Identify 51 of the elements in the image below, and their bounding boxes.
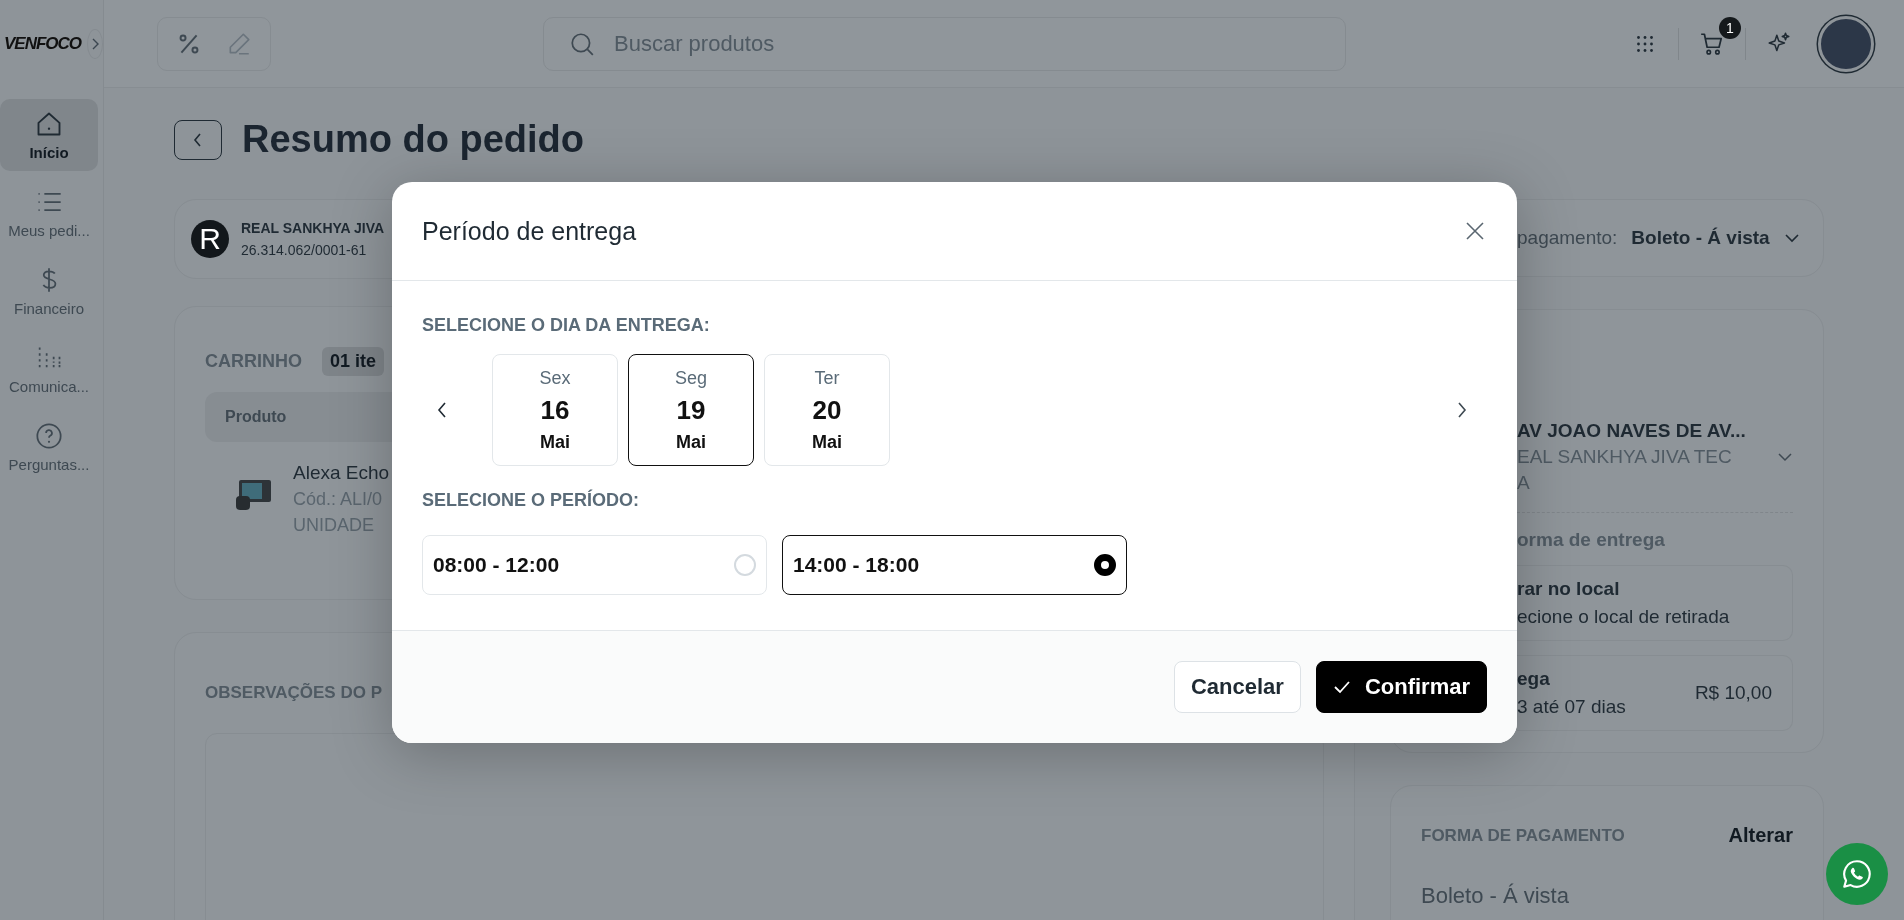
help-icon — [35, 421, 63, 450]
search-field[interactable]: Buscar produtos — [543, 16, 1346, 71]
payment-label: pagamento: — [1517, 227, 1618, 249]
radio-button[interactable] — [1094, 554, 1116, 576]
day-option[interactable]: Ter 20 Mai — [764, 354, 890, 466]
delivery-address: AV JOAO NAVES DE AV... — [1517, 420, 1746, 442]
customer-initial-avatar: R — [191, 220, 229, 258]
confirm-button[interactable]: Confirmar — [1315, 661, 1487, 713]
page-title: Resumo do pedido — [242, 118, 584, 161]
customer-document: 26.314.062/0001-61 — [241, 242, 368, 258]
chat-phone-icon — [1840, 857, 1874, 891]
close-icon — [1465, 221, 1485, 241]
logo: VENFOCO — [4, 33, 82, 54]
delivery-method-label: orma de entrega — [1517, 529, 1666, 551]
customer-name: REAL SANKHYA JIVA — [241, 220, 385, 236]
cart-icon[interactable] — [1699, 30, 1725, 57]
notes-title: OBSERVAÇÕES DO P — [205, 683, 382, 702]
day-section-label: SELECIONE O DIA DA ENTREGA: — [422, 315, 711, 336]
recipient-name: EAL SANKHYA JIVA TEC — [1517, 446, 1733, 468]
chevron-right-icon — [90, 36, 101, 51]
payment-value: Boleto - Á vista — [1631, 227, 1770, 249]
period-option[interactable]: 08:00 - 12:00 — [422, 535, 767, 595]
period-section-label: SELECIONE O PERÍODO: — [422, 490, 641, 511]
back-button[interactable] — [174, 119, 222, 160]
chevron-down-icon[interactable] — [1777, 452, 1793, 462]
check-icon — [1332, 680, 1351, 694]
dialog-title: Período de entrega — [422, 216, 637, 246]
day-option[interactable]: Seg 19 Mai — [628, 354, 754, 466]
sidebar-item[interactable]: Perguntas... — [0, 411, 98, 483]
cart-count-badge: 1 — [1719, 16, 1741, 39]
sidebar-item[interactable]: Financeiro — [0, 255, 98, 327]
search-icon — [569, 30, 595, 57]
period-option[interactable]: 14:00 - 18:00 — [782, 535, 1127, 595]
payment-title: FORMA DE PAGAMENTO — [1421, 825, 1625, 846]
sidebar-item[interactable]: Meus pedi... — [0, 177, 98, 249]
product-name: Alexa Echo — [293, 462, 390, 484]
chevron-right-icon — [1456, 401, 1468, 419]
chevron-left-icon — [436, 401, 448, 419]
cart-title: CARRINHO — [205, 351, 302, 372]
recipient-name: A — [1517, 472, 1531, 494]
payment-method: Boleto - Á vista — [1421, 883, 1570, 909]
item-count-badge: 01 ite — [322, 347, 385, 376]
sidebar-item[interactable]: Comunica... — [0, 333, 98, 405]
avatar[interactable] — [1818, 15, 1874, 72]
change-link[interactable]: Alterar — [1728, 824, 1793, 847]
chevron-down-icon — [1783, 233, 1800, 243]
day-option[interactable]: Sex 16 Mai — [492, 354, 618, 466]
sidebar-item[interactable]: Início — [0, 99, 98, 171]
chevron-left-icon — [192, 131, 204, 148]
column-header: Produto — [225, 408, 287, 426]
cancel-button[interactable]: Cancelar — [1173, 661, 1301, 713]
